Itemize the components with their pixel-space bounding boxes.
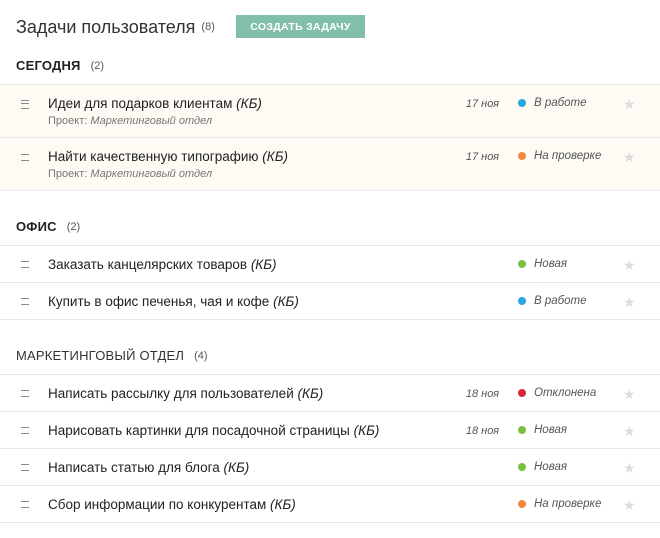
status-dot-icon [518,99,526,107]
status-dot-icon [518,297,526,305]
task-title[interactable]: Идеи для подарков клиентам (КБ) [48,96,262,111]
task-status: Новая [518,461,567,473]
task-date: 18 ноя [465,425,499,437]
task-count: (8) [201,21,215,33]
task-status: На проверке [518,150,601,162]
drag-handle-icon[interactable] [21,464,29,471]
star-icon[interactable]: ★ [623,294,636,311]
section-count: (2) [90,59,105,72]
star-icon[interactable]: ★ [623,149,636,166]
task-title[interactable]: Нарисовать картинки для посадочной стран… [48,423,379,438]
task-row[interactable]: Написать рассылку для пользователей (КБ)… [0,374,660,412]
status-dot-icon [518,500,526,508]
task-project: Проект: Маркетинговый отдел [48,168,213,180]
task-status: Новая [518,424,567,436]
page-title: Задачи пользователя [16,16,196,37]
status-dot-icon [518,426,526,434]
status-dot-icon [518,152,526,160]
task-status: Отклонена [518,387,596,399]
task-row[interactable]: Идеи для подарков клиентам (КБ) Проект: … [0,84,660,138]
star-icon[interactable]: ★ [623,460,636,477]
task-row[interactable]: Сбор информации по конкурентам (КБ) На п… [0,485,660,523]
drag-handle-icon[interactable] [21,501,29,508]
task-title[interactable]: Сбор информации по конкурентам (КБ) [48,497,296,512]
task-row[interactable]: Купить в офис печенья, чая и кофе (КБ) В… [0,282,660,320]
page-header: Задачи пользователя (8) [16,14,215,40]
status-dot-icon [518,463,526,471]
status-dot-icon [518,389,526,397]
drag-handle-icon[interactable] [21,154,29,161]
section-count: (2) [66,220,81,233]
task-row[interactable]: Написать статью для блога (КБ) Новая ★ [0,448,660,486]
section-count: (4) [194,349,208,362]
section-title: СЕГОДНЯ [16,58,81,73]
drag-handle-icon[interactable] [21,390,29,397]
section-header-marketing: МАРКЕТИНГОВЫЙ ОТДЕЛ (4) [16,348,208,363]
section-title: ОФИС [16,219,57,234]
task-status: В работе [518,97,587,109]
star-icon[interactable]: ★ [623,423,636,440]
task-row[interactable]: Найти качественную типографию (КБ) Проек… [0,137,660,191]
task-status: На проверке [518,498,601,510]
task-date: 17 ноя [465,151,499,163]
task-status: Новая [518,258,567,270]
drag-handle-icon[interactable] [21,261,29,268]
task-project: Проект: Маркетинговый отдел [48,115,213,127]
star-icon[interactable]: ★ [623,257,636,274]
star-icon[interactable]: ★ [623,386,636,403]
star-icon[interactable]: ★ [623,497,636,514]
section-header-office: ОФИС (2) [16,219,80,234]
task-title[interactable]: Заказать канцелярских товаров (КБ) [48,257,277,272]
task-title[interactable]: Купить в офис печенья, чая и кофе (КБ) [48,294,299,309]
task-row[interactable]: Нарисовать картинки для посадочной стран… [0,411,660,449]
task-title[interactable]: Найти качественную типографию (КБ) [48,149,288,164]
create-task-button[interactable]: СОЗДАТЬ ЗАДАЧУ [236,15,365,38]
task-title[interactable]: Написать рассылку для пользователей (КБ) [48,386,323,401]
task-title[interactable]: Написать статью для блога (КБ) [48,460,249,475]
task-row[interactable]: Заказать канцелярских товаров (КБ) Новая… [0,245,660,283]
task-status: В работе [518,295,587,307]
task-date: 18 ноя [465,388,499,400]
section-header-today: СЕГОДНЯ (2) [16,58,104,73]
status-dot-icon [518,260,526,268]
drag-handle-icon[interactable] [21,427,29,434]
star-icon[interactable]: ★ [623,96,636,113]
section-title: МАРКЕТИНГОВЫЙ ОТДЕЛ [16,348,185,363]
task-date: 17 ноя [465,98,499,110]
drag-handle-icon[interactable] [21,298,29,305]
drag-handle-icon[interactable] [21,100,29,109]
